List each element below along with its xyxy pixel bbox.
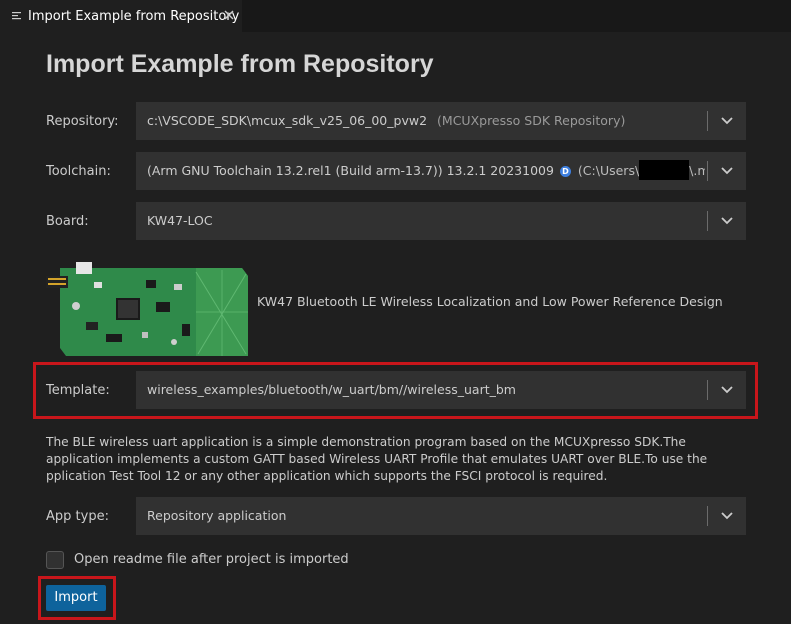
repository-label: Repository: — [46, 114, 119, 129]
toolchain-path-prefix: (C:\Users\ — [577, 163, 640, 178]
board-label: Board: — [46, 214, 89, 229]
template-label: Template: — [46, 383, 110, 398]
open-readme-label[interactable]: Open readme file after project is import… — [74, 552, 349, 567]
board-image — [46, 262, 248, 356]
redacted-username — [639, 160, 690, 180]
repository-hint: (MCUXpresso SDK Repository) — [437, 113, 626, 128]
toolchain-value-wrap: (Arm GNU Toolchain 13.2.rel1 (Build arm-… — [147, 152, 705, 190]
page-title: Import Example from Repository — [46, 50, 434, 78]
toolchain-label: Toolchain: — [46, 164, 111, 179]
board-description: KW47 Bluetooth LE Wireless Localization … — [257, 294, 723, 309]
template-select[interactable]: wireless_examples/bluetooth/w_uart/bm//w… — [136, 371, 746, 409]
board-select[interactable]: KW47-LOC — [136, 202, 746, 240]
chevron-down-icon[interactable] — [720, 384, 734, 396]
select-separator — [707, 380, 708, 400]
import-button[interactable]: Import — [46, 585, 106, 611]
select-separator — [707, 506, 708, 526]
chevron-down-icon[interactable] — [720, 115, 734, 127]
example-description: The BLE wireless uart application is a s… — [46, 435, 708, 483]
repository-select[interactable]: c:\VSCODE_SDK\mcux_sdk_v25_06_00_pvw2 (MC… — [136, 102, 746, 140]
template-value: wireless_examples/bluetooth/w_uart/bm//w… — [147, 382, 516, 397]
chevron-down-icon[interactable] — [720, 215, 734, 227]
tab-import-example[interactable]: Import Example from Repository — [0, 0, 242, 32]
preview-icon — [12, 12, 21, 20]
app-type-label: App type: — [46, 509, 109, 524]
open-readme-checkbox[interactable] — [46, 551, 64, 569]
app-type-select[interactable]: Repository application — [136, 497, 746, 535]
debug-badge-icon: D — [559, 166, 571, 177]
tab-bar: Import Example from Repository — [0, 0, 791, 32]
select-separator — [707, 111, 708, 131]
select-separator — [707, 161, 708, 181]
close-icon[interactable] — [222, 8, 236, 22]
toolchain-select[interactable]: (Arm GNU Toolchain 13.2.rel1 (Build arm-… — [136, 152, 746, 190]
chevron-down-icon[interactable] — [720, 165, 734, 177]
select-separator — [707, 211, 708, 231]
tab-title: Import Example from Repository — [28, 8, 240, 24]
repository-value-wrap: c:\VSCODE_SDK\mcux_sdk_v25_06_00_pvw2 (MC… — [147, 102, 625, 140]
chevron-down-icon[interactable] — [720, 510, 734, 522]
board-value: KW47-LOC — [147, 213, 213, 228]
repository-value: c:\VSCODE_SDK\mcux_sdk_v25_06_00_pvw2 — [147, 113, 428, 128]
app-type-value: Repository application — [147, 508, 287, 523]
toolchain-value: (Arm GNU Toolchain 13.2.rel1 (Build arm-… — [147, 163, 554, 178]
toolchain-path-suffix: \.mcuxpre — [689, 163, 705, 178]
